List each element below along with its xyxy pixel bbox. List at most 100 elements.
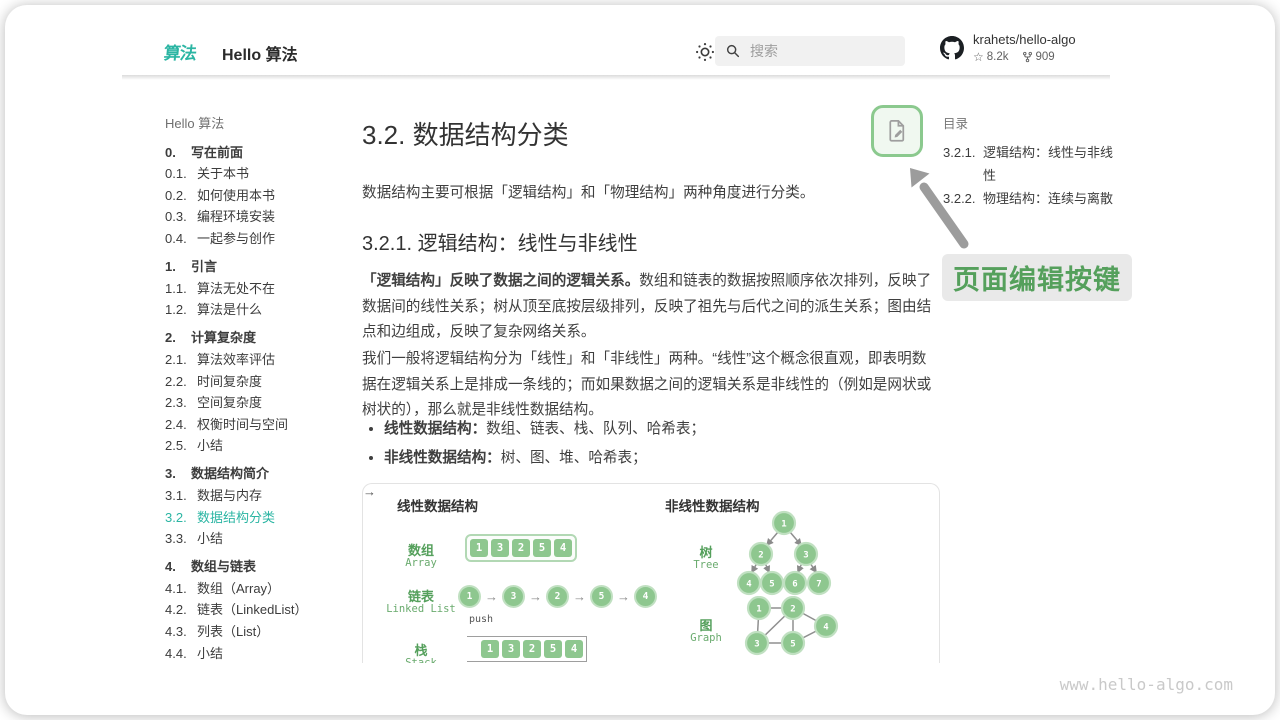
figure-cell: 4 xyxy=(565,640,583,658)
theme-toggle-button[interactable] xyxy=(694,41,716,63)
github-repo-card[interactable]: krahets/hello-algo 8.2k 909 xyxy=(940,32,1076,64)
figure-stack-label-en: Stack xyxy=(389,657,453,663)
bullet-item: 非线性数据结构：树、图、堆、哈希表； xyxy=(384,444,940,472)
arrow-icon: → xyxy=(485,589,498,604)
figure-cell: 2 xyxy=(523,640,541,658)
paragraph-linear: 我们一般将逻辑结构分为「线性」和「非线性」两种。“线性”这个概念很直观，即表明数… xyxy=(362,347,940,424)
search-box[interactable] xyxy=(715,36,905,66)
sidebar-item[interactable]: 3.3.小结 xyxy=(165,528,345,550)
sun-icon xyxy=(694,41,716,63)
github-icon xyxy=(940,36,964,60)
figure-cell: 1 xyxy=(481,640,499,658)
svg-text:3: 3 xyxy=(803,551,808,561)
file-edit-icon xyxy=(884,118,910,144)
sidebar-item[interactable]: 2.4.权衡时间与空间 xyxy=(165,414,345,436)
figure-cell: 5 xyxy=(533,539,551,557)
github-repo-name: krahets/hello-algo xyxy=(973,32,1076,48)
sidebar-item[interactable]: 0.2.如何使用本书 xyxy=(165,185,345,207)
sidebar-item[interactable]: 1.引言 xyxy=(165,256,345,278)
figure-linear-title: 线性数据结构 xyxy=(397,495,478,515)
figure-list-label-en: Linked List xyxy=(373,603,469,615)
sidebar-item[interactable]: 2.计算复杂度 xyxy=(165,327,345,349)
sidebar-root-label: Hello 算法 xyxy=(165,113,345,135)
sidebar-item[interactable]: 0.1.关于本书 xyxy=(165,163,345,185)
annotation-label: 页面编辑按键 xyxy=(942,254,1132,301)
sidebar-item[interactable]: 4.数组与链表 xyxy=(165,556,345,578)
arrow-icon: → xyxy=(573,589,586,604)
svg-text:2: 2 xyxy=(790,605,795,615)
page-title: 3.2. 数据结构分类 xyxy=(362,115,569,152)
bullet-item: 线性数据结构：数组、链表、栈、队列、哈希表； xyxy=(384,415,940,443)
figure-cell: 2 xyxy=(512,539,530,557)
figure-cell: 4 xyxy=(554,539,572,557)
svg-text:5: 5 xyxy=(790,640,795,650)
section-title: 3.2.1. 逻辑结构：线性与非线性 xyxy=(362,227,638,256)
figure-node: 4 xyxy=(634,585,657,608)
fork-icon xyxy=(1022,51,1033,63)
svg-text:4: 4 xyxy=(823,623,829,633)
paragraph-logical: 「逻辑结构」反映了数据之间的逻辑关系。数组和链表的数据按照顺序依次排列，反映了数… xyxy=(362,269,940,346)
sidebar-nav: Hello 算法 0.写在前面0.1.关于本书0.2.如何使用本书0.3.编程环境… xyxy=(165,113,345,664)
svg-text:2: 2 xyxy=(758,551,763,561)
figure-node: 2 xyxy=(546,585,569,608)
annotation-arrow xyxy=(898,162,978,254)
header: 算法 Hello 算法 xyxy=(122,29,1110,75)
fork-count: 909 xyxy=(1036,51,1055,63)
figure-stack: 13254 xyxy=(467,636,587,662)
sidebar-item[interactable]: 2.1.算法效率评估 xyxy=(165,349,345,371)
sidebar-item[interactable]: 2.2.时间复杂度 xyxy=(165,371,345,393)
star-count: 8.2k xyxy=(987,51,1009,63)
svg-text:3: 3 xyxy=(754,640,759,650)
sidebar-item[interactable]: 0.4.一起参与创作 xyxy=(165,228,345,250)
figure-array: 13254 xyxy=(465,534,577,562)
toc-title: 目录 xyxy=(943,113,1118,132)
github-repo-stats: 8.2k 909 xyxy=(973,50,1076,64)
sidebar-item[interactable]: 4.2.链表（LinkedList） xyxy=(165,599,345,621)
figure-cell: 5 xyxy=(544,640,562,658)
page-card: 算法 Hello 算法 xyxy=(5,5,1275,715)
figure-node: 3 xyxy=(502,585,525,608)
star-icon xyxy=(973,50,984,64)
sidebar-item[interactable]: 3.2.数据结构分类 xyxy=(165,507,345,529)
site-logo[interactable]: 算法 xyxy=(163,39,198,64)
sidebar-item[interactable]: 2.5.小结 xyxy=(165,435,345,457)
search-input[interactable] xyxy=(750,43,890,59)
figure-graph-label-en: Graph xyxy=(676,632,736,644)
header-divider xyxy=(122,75,1110,80)
figure-cell: 3 xyxy=(502,640,520,658)
search-icon xyxy=(725,43,741,59)
figure-tree-diagram: 1 2 3 4 5 6 7 xyxy=(733,510,843,598)
figure-cell: 3 xyxy=(491,539,509,557)
figure-cell: 1 xyxy=(470,539,488,557)
figure-linked-list: 1→3→2→5→4 xyxy=(458,585,657,608)
sidebar-item[interactable]: 4.4.小结 xyxy=(165,643,345,665)
figure-node: 5 xyxy=(590,585,613,608)
intro-paragraph: 数据结构主要可根据「逻辑结构」和「物理结构」两种角度进行分类。 xyxy=(362,181,940,207)
figure-data-structures: 线性数据结构 非线性数据结构 数组 Array 13254 链表 Linked … xyxy=(362,483,940,663)
figure-array-label-en: Array xyxy=(389,557,453,569)
figure-stack-push-label: push xyxy=(469,614,493,625)
edit-page-button[interactable] xyxy=(871,105,923,157)
sidebar-item[interactable]: 0.写在前面 xyxy=(165,142,345,164)
figure-graph-diagram: 1 2 4 3 5 xyxy=(733,596,853,663)
svg-text:1: 1 xyxy=(756,605,761,615)
sidebar-item[interactable]: 3.1.数据与内存 xyxy=(165,485,345,507)
figure-node: 1 xyxy=(458,585,481,608)
arrow-icon: → xyxy=(617,589,630,604)
sidebar-item[interactable]: 1.2.算法是什么 xyxy=(165,299,345,321)
svg-text:1: 1 xyxy=(781,520,786,530)
bullet-list: 线性数据结构：数组、链表、栈、队列、哈希表；非线性数据结构：树、图、堆、哈希表； xyxy=(384,415,940,473)
sidebar-item[interactable]: 0.3.编程环境安装 xyxy=(165,206,345,228)
sidebar-item[interactable]: 3.数据结构简介 xyxy=(165,463,345,485)
site-title[interactable]: Hello 算法 xyxy=(222,41,298,65)
svg-text:7: 7 xyxy=(816,580,821,590)
site-watermark: www.hello-algo.com xyxy=(1060,675,1233,694)
svg-text:4: 4 xyxy=(746,580,752,590)
svg-text:5: 5 xyxy=(769,580,774,590)
sidebar-item[interactable]: 4.1.数组（Array） xyxy=(165,578,345,600)
svg-text:6: 6 xyxy=(792,580,797,590)
sidebar-item[interactable]: 2.3.空间复杂度 xyxy=(165,392,345,414)
sidebar-item[interactable]: 4.3.列表（List） xyxy=(165,621,345,643)
sidebar-item[interactable]: 1.1.算法无处不在 xyxy=(165,278,345,300)
figure-tree-label-en: Tree xyxy=(676,559,736,571)
